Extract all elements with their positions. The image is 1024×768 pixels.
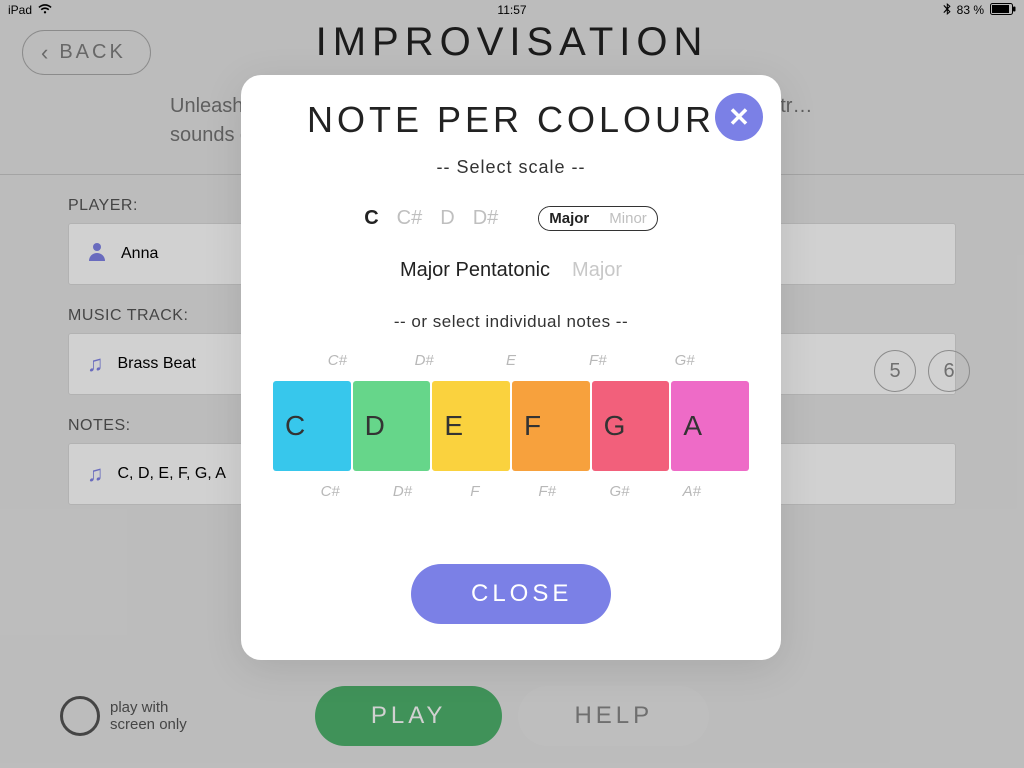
util-note-E[interactable]: E xyxy=(471,346,552,375)
util-note-Dsharp[interactable]: D# xyxy=(384,346,465,375)
util-note-Fsharp[interactable]: F# xyxy=(557,346,638,375)
scale-faded[interactable]: Major xyxy=(572,259,622,282)
root-dsharp[interactable]: D# xyxy=(473,207,499,230)
util-note-F[interactable]: F xyxy=(442,477,508,506)
util-note-Gsharp[interactable]: G# xyxy=(586,477,652,506)
close-button[interactable]: CLOSE xyxy=(411,564,611,624)
util-note-Fsharp[interactable]: F# xyxy=(514,477,580,506)
note-per-colour-modal: ✕ NOTE PER COLOUR -- Select scale -- C C… xyxy=(241,75,781,660)
root-c[interactable]: C xyxy=(364,207,378,230)
util-note-Gsharp[interactable]: G# xyxy=(644,346,725,375)
minor-option[interactable]: Minor xyxy=(599,207,657,230)
or-select-label: -- or select individual notes -- xyxy=(269,312,753,332)
note-tiles: C#D#EF#G# CDEFGA C#D#FF#G#A# xyxy=(269,346,753,536)
util-note-Csharp[interactable]: C# xyxy=(297,477,363,506)
close-icon[interactable]: ✕ xyxy=(715,93,763,141)
tile-G[interactable]: G xyxy=(592,381,670,471)
modal-title: NOTE PER COLOUR xyxy=(269,99,753,141)
root-note-picker[interactable]: C C# D D# Major Minor xyxy=(269,206,753,231)
major-minor-toggle[interactable]: Major Minor xyxy=(538,206,658,231)
root-d[interactable]: D xyxy=(440,207,454,230)
select-scale-label: -- Select scale -- xyxy=(269,157,753,178)
tile-E[interactable]: E xyxy=(432,381,510,471)
tile-D[interactable]: D xyxy=(353,381,431,471)
util-note-Asharp[interactable]: A# xyxy=(659,477,725,506)
util-note-Csharp[interactable]: C# xyxy=(297,346,378,375)
root-csharp[interactable]: C# xyxy=(397,207,423,230)
scale-type-picker[interactable]: Major Pentatonic Major xyxy=(269,259,753,282)
tile-A[interactable]: A xyxy=(671,381,749,471)
major-option[interactable]: Major xyxy=(539,207,599,230)
tile-C[interactable]: C xyxy=(273,381,351,471)
scale-selected[interactable]: Major Pentatonic xyxy=(400,259,550,282)
tile-F[interactable]: F xyxy=(512,381,590,471)
util-note-Dsharp[interactable]: D# xyxy=(369,477,435,506)
